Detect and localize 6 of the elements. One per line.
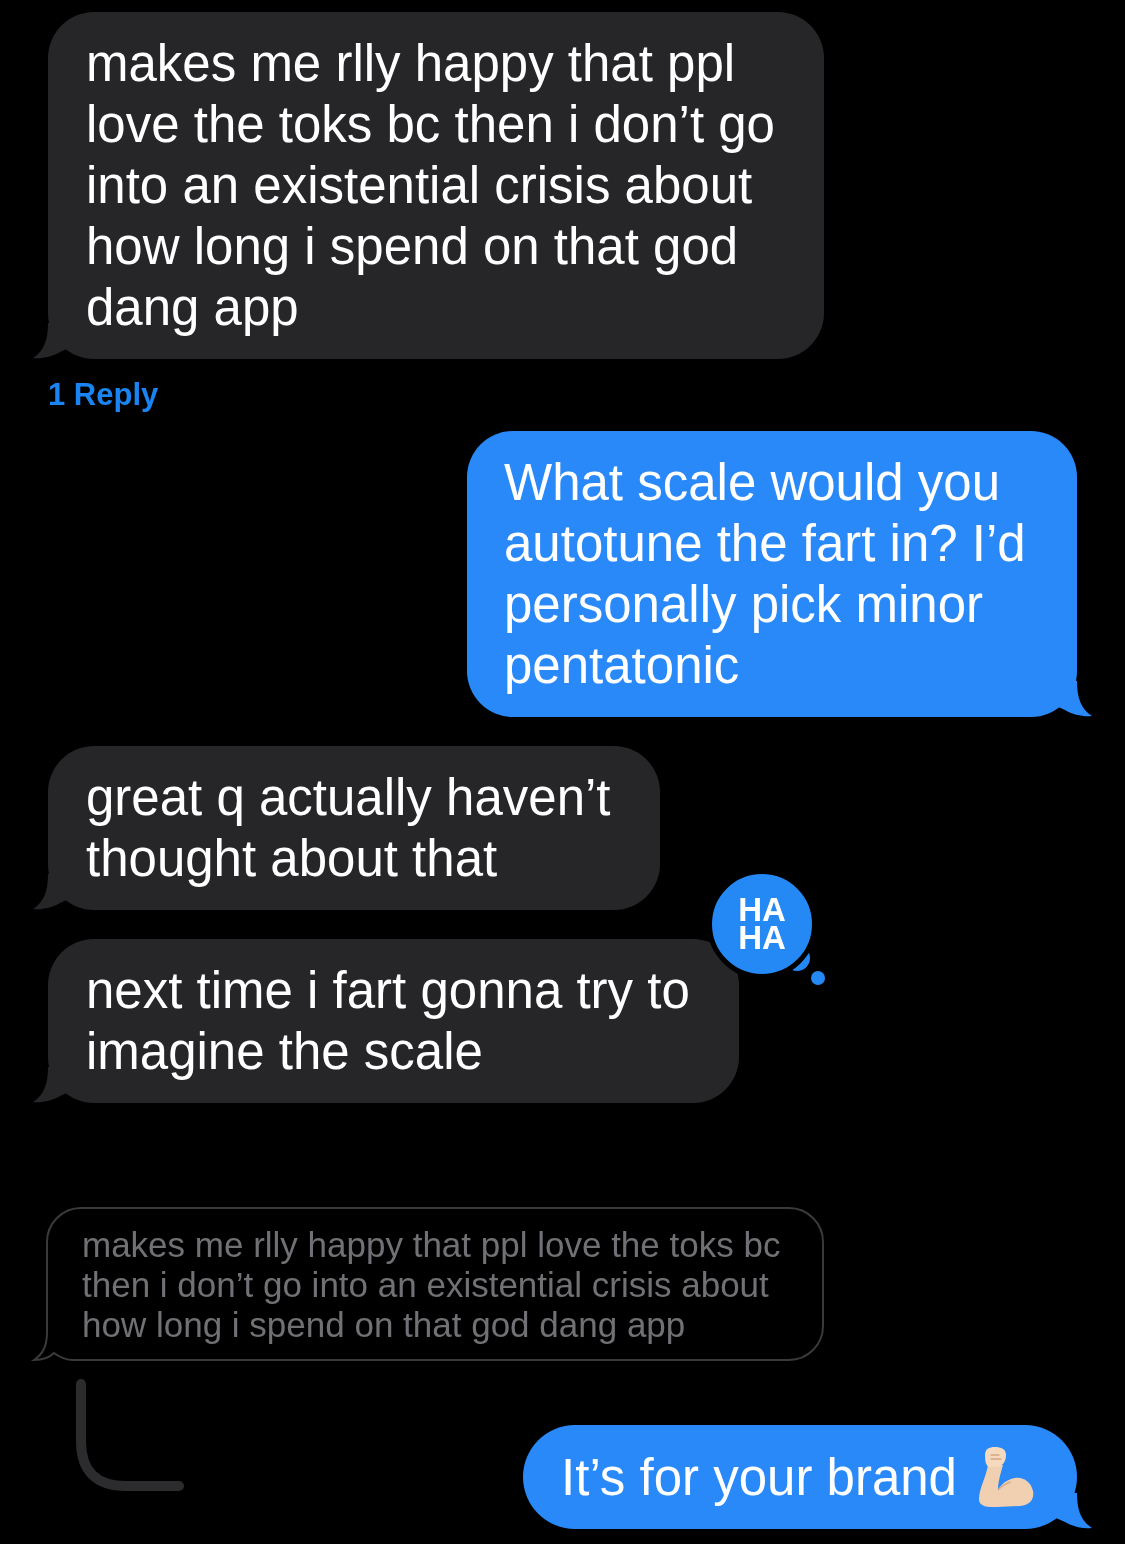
message-bubble: great q actually haven’t thought about that xyxy=(32,746,660,910)
message-bubble: What scale would you autotune the fart in? I’d personally pick minor pentatonic xyxy=(467,431,1093,717)
replies-link[interactable]: 1 Reply xyxy=(48,376,159,414)
message-bubble: makes me rlly happy that ppl love the toks bc then i don’t go into an existential crisis about how long i spend on that god dang app xyxy=(32,12,824,359)
quoted-message-bubble: makes me rlly happy that ppl love the toks bc then i don’t go into an existential crisis about how long i spend on that god dang app xyxy=(32,1207,824,1361)
message-text: It’s for your brand xyxy=(561,1447,957,1508)
